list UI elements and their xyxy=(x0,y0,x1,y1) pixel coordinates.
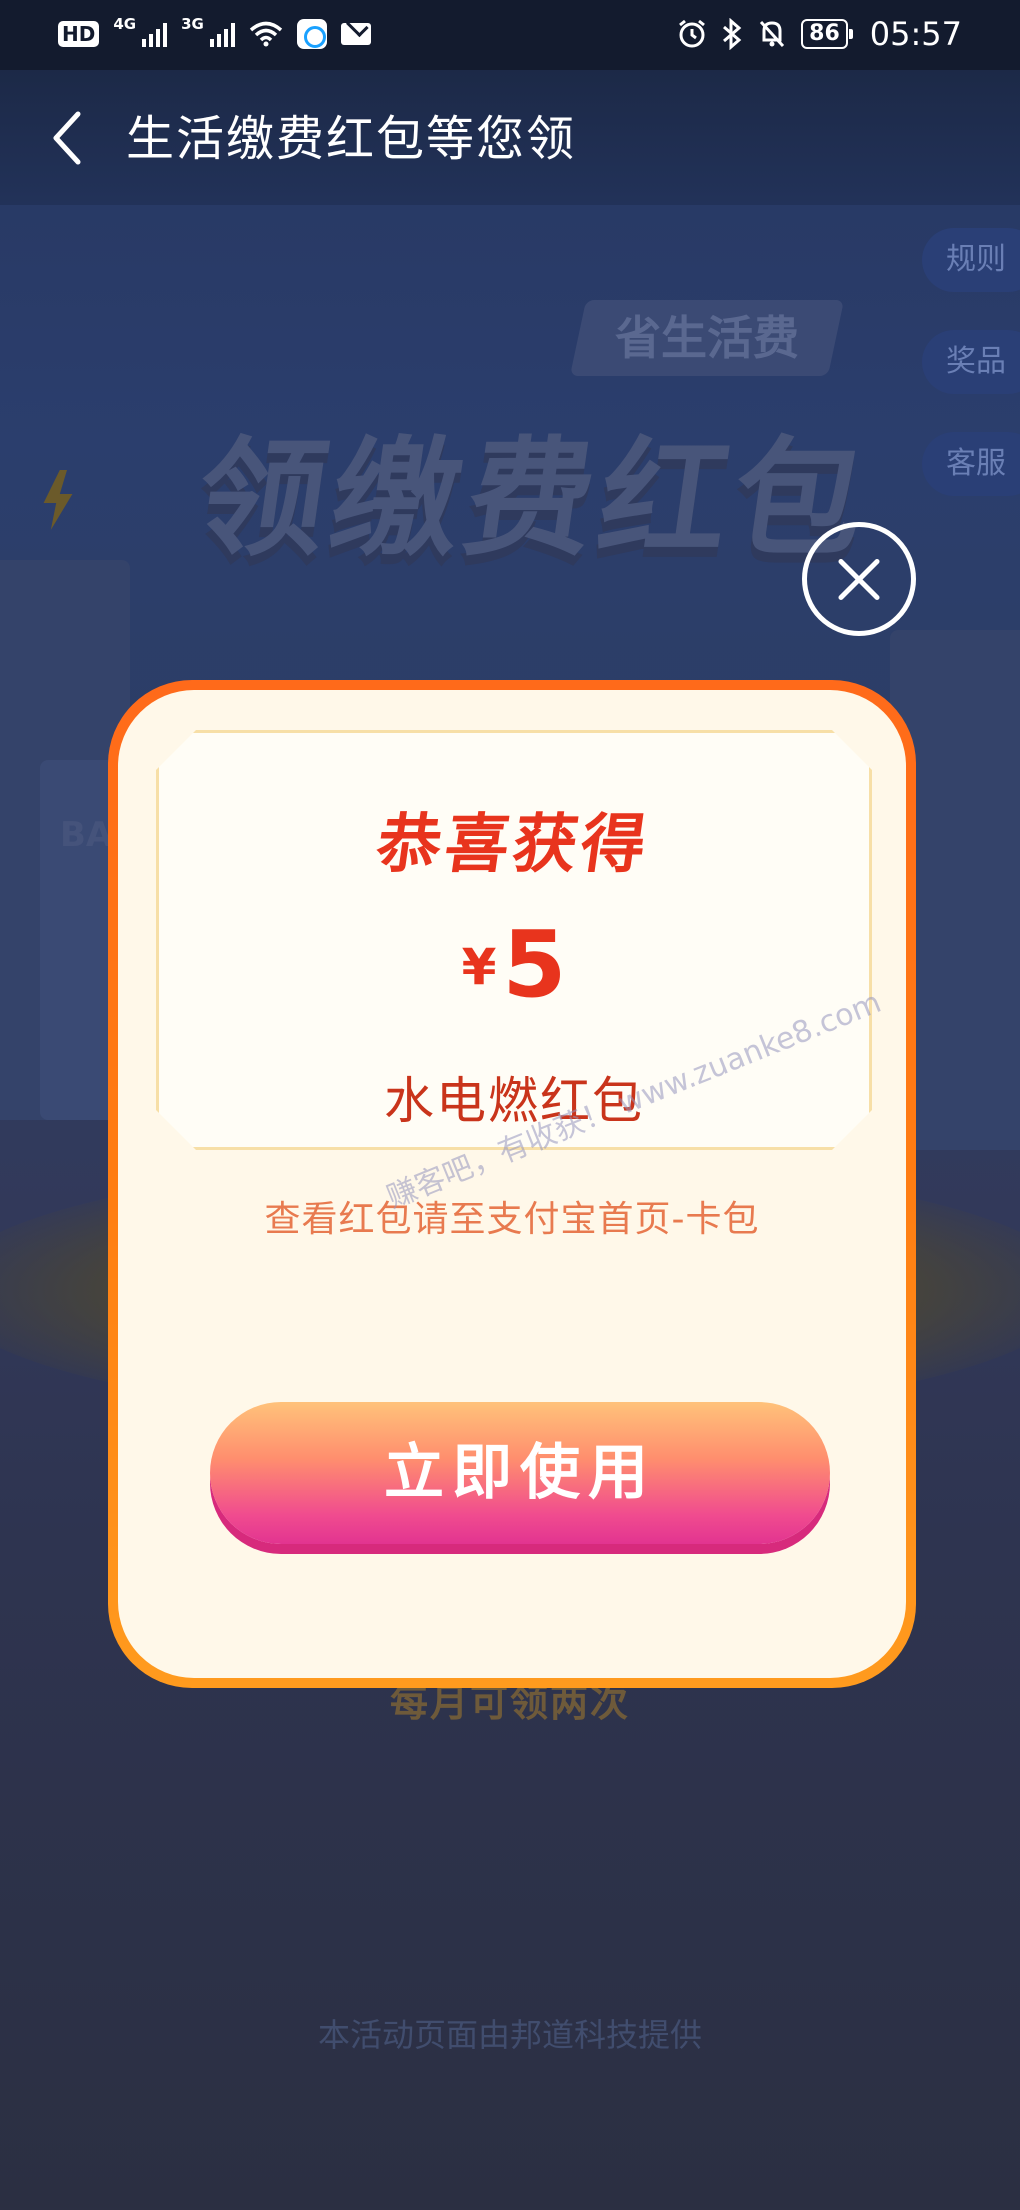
building-logo: BA xyxy=(60,815,113,855)
bluetooth-icon xyxy=(723,18,742,50)
banner-tag: 省生活费 xyxy=(569,300,845,376)
status-time: 05:57 xyxy=(869,15,962,53)
side-menu-rules[interactable]: 规则 xyxy=(922,228,1020,292)
prize-modal: 恭喜获得 ¥5 水电燃红包 查看红包请至支付宝首页-卡包 立即使用 xyxy=(108,680,916,1688)
currency-symbol: ¥ xyxy=(461,938,497,996)
signal-icon xyxy=(142,21,168,47)
mute-icon xyxy=(760,20,785,48)
app-icon xyxy=(296,19,327,49)
signal-icon xyxy=(209,21,235,47)
prize-hint: 查看红包请至支付宝首页-卡包 xyxy=(264,1199,760,1240)
alarm-icon xyxy=(679,19,706,48)
page-title: 生活缴费红包等您领 xyxy=(126,111,577,167)
hd-icon: HD xyxy=(58,21,100,47)
back-arrow-icon[interactable] xyxy=(40,100,100,176)
wifi-icon xyxy=(249,21,282,47)
side-menu-service[interactable]: 客服 xyxy=(922,432,1020,496)
nav-bar: 生活缴费红包等您领 xyxy=(0,70,1020,205)
prize-modal-body: 恭喜获得 ¥5 水电燃红包 查看红包请至支付宝首页-卡包 立即使用 xyxy=(118,690,906,1678)
side-menu-prizes[interactable]: 奖品 xyxy=(922,330,1020,394)
footer-text: 本活动页面由邦道科技提供 xyxy=(317,2016,702,2054)
use-now-button[interactable]: 立即使用 xyxy=(210,1402,830,1544)
mail-icon xyxy=(340,23,371,45)
banner-tag-text: 省生活费 xyxy=(615,311,799,365)
screen: HD 4G 3G 86 05:57 生活缴费红包等您领 规则 奖品 客服 省生活… xyxy=(0,0,1020,2210)
prize-title: 恭喜获得 xyxy=(371,808,655,882)
prize-amount: ¥5 xyxy=(159,911,869,1018)
network-type-1: 4G xyxy=(113,15,137,33)
lightning-icon xyxy=(43,470,73,530)
status-bar: HD 4G 3G 86 05:57 xyxy=(0,0,1020,70)
close-icon[interactable] xyxy=(802,522,916,636)
battery-icon: 86 xyxy=(801,19,853,49)
status-right: 86 05:57 xyxy=(677,14,962,54)
banner-title: 领缴费红包 xyxy=(187,425,879,574)
network-type-2: 3G xyxy=(181,15,204,33)
status-left: HD 4G 3G xyxy=(58,14,371,54)
amount-value: 5 xyxy=(502,911,567,1018)
prize-card: 恭喜获得 ¥5 水电燃红包 xyxy=(156,730,872,1150)
